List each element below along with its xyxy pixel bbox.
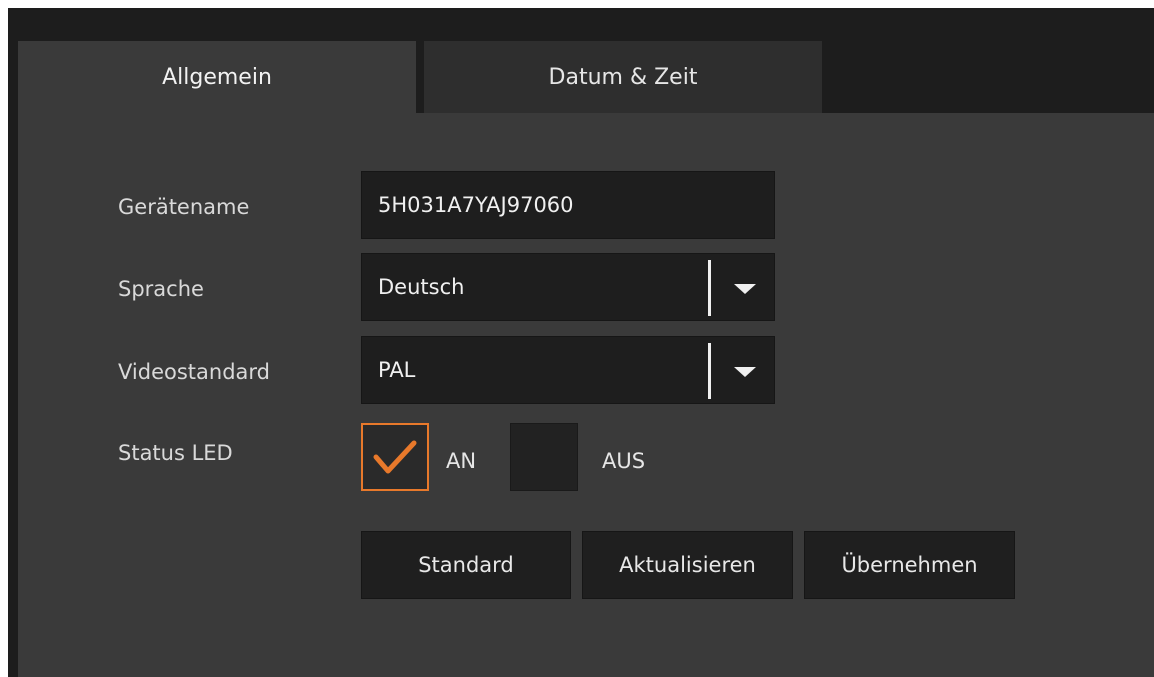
status-led-on-checkbox[interactable] [361,423,429,491]
tab-date-time[interactable]: Datum & Zeit [424,41,822,113]
device-name-value: 5H031A7YAJ97060 [378,193,574,217]
video-standard-select[interactable]: PAL [361,336,775,404]
refresh-button-label: Aktualisieren [619,553,756,577]
apply-button-label: Übernehmen [841,553,978,577]
settings-window: Allgemein Datum & Zeit Gerätename 5H031A… [8,8,1154,677]
select-divider [708,343,711,399]
tab-bar: Allgemein Datum & Zeit [18,41,1154,113]
language-select[interactable]: Deutsch [361,253,775,321]
chevron-down-icon[interactable] [734,284,756,294]
status-led-off-checkbox[interactable] [510,423,578,491]
tab-general-label: Allgemein [162,64,272,90]
device-name-label: Gerätename [118,195,250,219]
default-button-label: Standard [418,553,514,577]
apply-button[interactable]: Übernehmen [804,531,1015,599]
chevron-down-icon[interactable] [734,367,756,377]
select-divider [708,260,711,316]
language-value: Deutsch [378,275,465,299]
status-led-on-label: AN [446,449,477,473]
video-standard-value: PAL [378,358,416,382]
status-led-label: Status LED [118,441,233,465]
video-standard-label: Videostandard [118,360,270,384]
general-settings-panel: Gerätename 5H031A7YAJ97060 Sprache Deuts… [18,113,1154,677]
language-label: Sprache [118,277,204,301]
status-led-off-label: AUS [602,449,646,473]
refresh-button[interactable]: Aktualisieren [582,531,793,599]
tab-general[interactable]: Allgemein [18,41,416,113]
checkmark-icon [373,440,417,474]
tab-date-time-label: Datum & Zeit [548,64,698,90]
device-name-field[interactable]: 5H031A7YAJ97060 [361,171,775,239]
default-button[interactable]: Standard [361,531,571,599]
